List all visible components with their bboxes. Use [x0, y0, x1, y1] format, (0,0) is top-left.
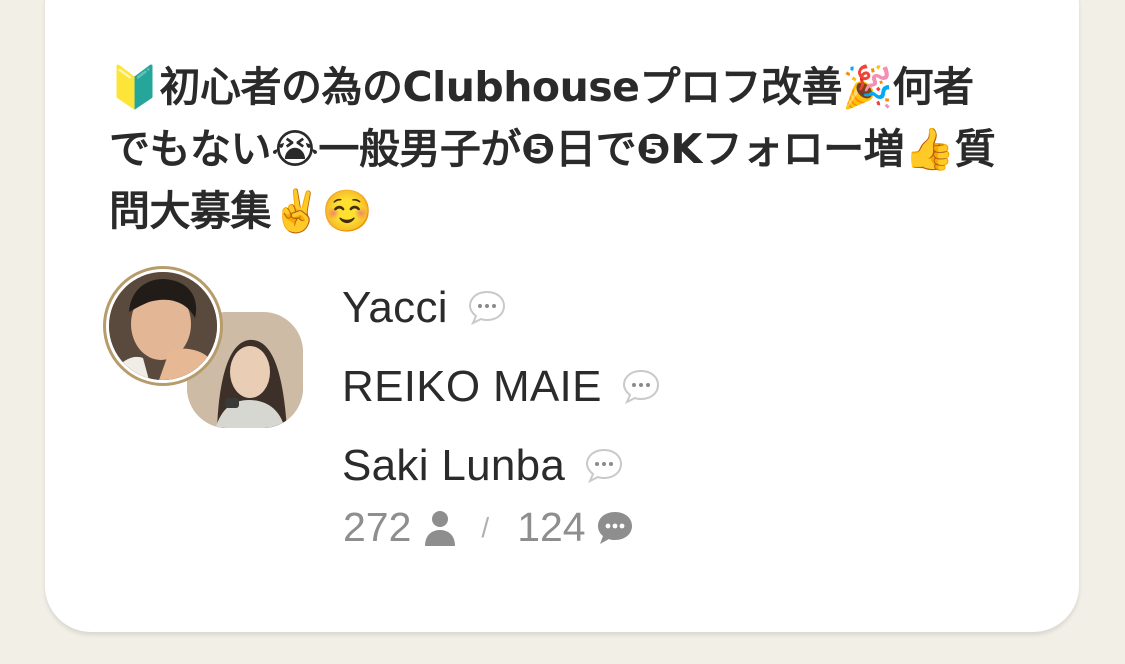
stat-separator: / [481, 511, 490, 543]
list-item[interactable]: Yacci [342, 268, 662, 347]
room-card[interactable]: 🔰初心者の為のClubhouseプロフ改善🎉何者でもない😭一般男子が❺日で❺Kフ… [45, 0, 1079, 632]
chat-bubble-icon [597, 511, 632, 544]
speaker-avatars [103, 266, 313, 436]
listener-count: 272 [343, 504, 412, 550]
speaker-count: 124 [517, 504, 586, 550]
speaker-name: Saki Lunba [342, 440, 566, 490]
speech-bubble-icon [622, 369, 659, 404]
room-stats: 272 / 124 [343, 504, 634, 551]
speaker-list: Yacci REIKO MAIE Saki Lunba [342, 268, 662, 505]
list-item[interactable]: Saki Lunba [342, 426, 662, 505]
speech-bubble-icon [586, 448, 623, 483]
list-item[interactable]: REIKO MAIE [342, 347, 662, 426]
speaker-name: REIKO MAIE [342, 361, 602, 411]
avatar [103, 266, 223, 386]
avatar-photo-icon [109, 272, 217, 380]
person-icon [425, 510, 456, 546]
room-title: 🔰初心者の為のClubhouseプロフ改善🎉何者でもない😭一般男子が❺日で❺Kフ… [109, 63, 996, 235]
speaker-name: Yacci [342, 282, 448, 332]
speech-bubble-icon [468, 290, 505, 325]
avatar-photo [109, 272, 217, 380]
